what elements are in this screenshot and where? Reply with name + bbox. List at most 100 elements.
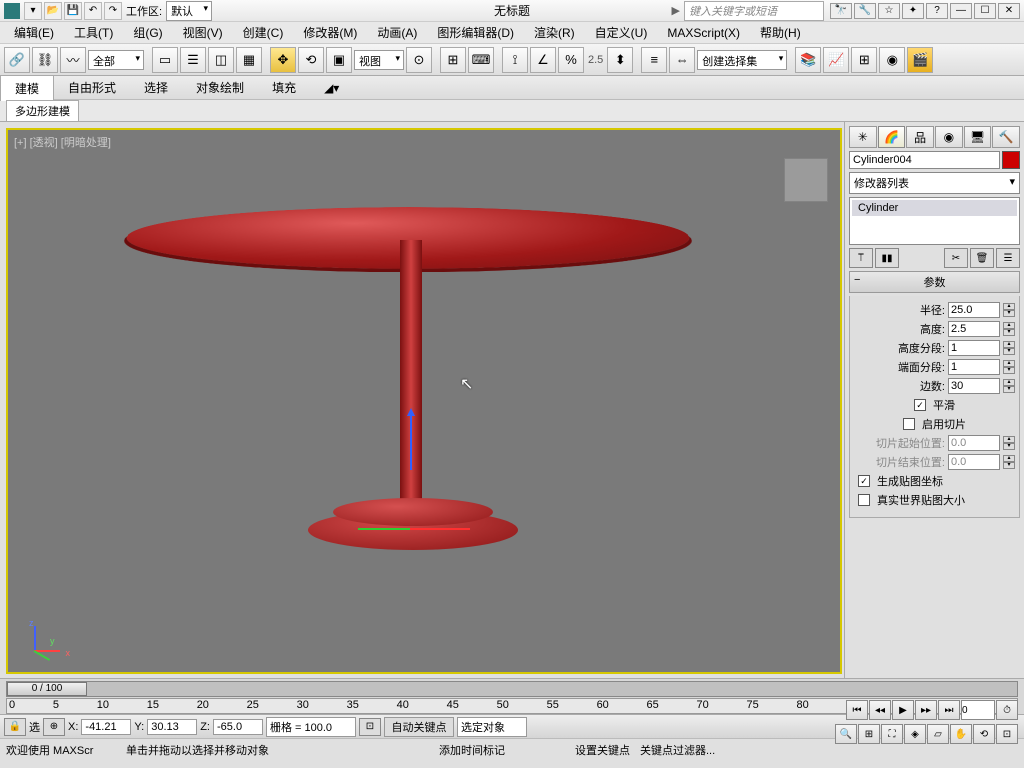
key-filters-button[interactable]: 关键点过滤器...: [640, 742, 715, 758]
gizmo-y-axis[interactable]: [358, 528, 412, 530]
selection-filter-dropdown[interactable]: 全部: [88, 50, 144, 70]
bind-icon[interactable]: 〰: [60, 47, 86, 73]
link-icon[interactable]: 🔗: [4, 47, 30, 73]
play-icon[interactable]: ▶: [892, 700, 914, 720]
gen-map-checkbox[interactable]: ✓: [858, 475, 870, 487]
select-icon[interactable]: ▭: [152, 47, 178, 73]
menu-modifiers[interactable]: 修改器(M): [295, 22, 365, 43]
time-slider[interactable]: 0 / 100: [6, 681, 1018, 697]
save-icon[interactable]: 💾: [64, 2, 82, 20]
gizmo-x-axis[interactable]: [410, 528, 470, 530]
tab-modeling[interactable]: 建模: [0, 75, 54, 101]
show-end-result-icon[interactable]: ▮▮: [875, 248, 899, 268]
object-color-swatch[interactable]: [1002, 151, 1020, 169]
y-input[interactable]: [147, 719, 197, 735]
abs-rel-icon[interactable]: ⊕: [43, 718, 65, 736]
named-selection-dropdown[interactable]: 创建选择集: [697, 50, 787, 70]
layer-icon[interactable]: 📚: [795, 47, 821, 73]
percent-snap-icon[interactable]: %: [558, 47, 584, 73]
goto-start-icon[interactable]: ⏮: [846, 700, 868, 720]
height-segments-input[interactable]: [948, 340, 1000, 356]
menu-rendering[interactable]: 渲染(R): [526, 22, 583, 43]
menu-views[interactable]: 视图(V): [175, 22, 231, 43]
make-unique-icon[interactable]: ✂: [944, 248, 968, 268]
display-tab-icon[interactable]: 🖥: [964, 126, 992, 148]
keyboard-icon[interactable]: ⌨: [468, 47, 494, 73]
tab-populate[interactable]: 填充: [258, 75, 310, 100]
scale-icon[interactable]: ▣: [326, 47, 352, 73]
viewport-perspective[interactable]: [+] [透视] [明暗处理] ↖ zxy: [6, 128, 842, 674]
rollout-parameters-header[interactable]: −参数: [849, 271, 1020, 293]
mirror-icon[interactable]: ⇔: [669, 47, 695, 73]
menu-tools[interactable]: 工具(T): [66, 22, 121, 43]
close-icon[interactable]: ✕: [998, 3, 1020, 19]
snap-icon[interactable]: ⟟: [502, 47, 528, 73]
next-frame-icon[interactable]: ▸▸: [915, 700, 937, 720]
configure-sets-icon[interactable]: ☰: [996, 248, 1020, 268]
z-input[interactable]: [213, 719, 263, 735]
wrench-icon[interactable]: 🔧: [854, 3, 876, 19]
motion-tab-icon[interactable]: ◉: [935, 126, 963, 148]
isolate-icon[interactable]: ⊡: [359, 718, 381, 736]
pan-icon[interactable]: ✋: [950, 724, 972, 744]
move-icon[interactable]: ✥: [270, 47, 296, 73]
height-spinner[interactable]: ▴▾: [1003, 322, 1015, 336]
tab-selection[interactable]: 选择: [130, 75, 182, 100]
viewcube[interactable]: [784, 158, 828, 202]
model-pole[interactable]: [400, 240, 422, 520]
max-toggle-icon[interactable]: ⊡: [996, 724, 1018, 744]
maximize-icon[interactable]: ☐: [974, 3, 996, 19]
rotate-icon[interactable]: ⟲: [298, 47, 324, 73]
utilities-tab-icon[interactable]: 🔨: [992, 126, 1020, 148]
modifier-list-dropdown[interactable]: 修改器列表: [849, 172, 1020, 194]
ribbon-dropdown-icon[interactable]: ◢▾: [310, 77, 353, 99]
zoom-extents-icon[interactable]: ⛶: [881, 724, 903, 744]
render-setup-icon[interactable]: 🎬: [907, 47, 933, 73]
menu-help[interactable]: 帮助(H): [752, 22, 809, 43]
menu-maxscript[interactable]: MAXScript(X): [659, 24, 748, 42]
spinner-snap-icon[interactable]: ⬍: [607, 47, 633, 73]
gizmo-z-axis[interactable]: [410, 410, 412, 470]
zoom-extents-all-icon[interactable]: ◈: [904, 724, 926, 744]
menu-animation[interactable]: 动画(A): [369, 22, 425, 43]
frame-input[interactable]: [961, 700, 995, 720]
viewport-label[interactable]: [+] [透视] [明暗处理]: [14, 134, 111, 150]
pin-stack-icon[interactable]: ⟙: [849, 248, 873, 268]
search-input[interactable]: 键入关键字或短语: [684, 1, 824, 21]
prev-frame-icon[interactable]: ◂◂: [869, 700, 891, 720]
open-icon[interactable]: 📂: [44, 2, 62, 20]
window-crossing-icon[interactable]: ▦: [236, 47, 262, 73]
redo-icon[interactable]: ↷: [104, 2, 122, 20]
modifier-stack[interactable]: Cylinder: [849, 197, 1020, 245]
material-icon[interactable]: ◉: [879, 47, 905, 73]
radius-spinner[interactable]: ▴▾: [1003, 303, 1015, 317]
minimize-icon[interactable]: —: [950, 3, 972, 19]
time-slider-thumb[interactable]: 0 / 100: [7, 682, 87, 696]
setkey-button[interactable]: 设置关键点: [575, 742, 630, 758]
slice-on-checkbox[interactable]: [903, 418, 915, 430]
menu-group[interactable]: 组(G): [125, 22, 170, 43]
object-name-input[interactable]: [849, 151, 1000, 169]
pivot-icon[interactable]: ⊙: [406, 47, 432, 73]
polygon-modeling-tab[interactable]: 多边形建模: [6, 100, 79, 122]
select-region-icon[interactable]: ◫: [208, 47, 234, 73]
lock-selection-icon[interactable]: 🔒: [4, 718, 26, 736]
tab-objectpaint[interactable]: 对象绘制: [182, 75, 258, 100]
autokey-button[interactable]: 自动关键点: [384, 717, 454, 737]
help-icon[interactable]: ?: [926, 3, 948, 19]
menu-grapheditors[interactable]: 图形编辑器(D): [429, 22, 522, 43]
add-time-tag[interactable]: 添加时间标记: [439, 742, 505, 758]
named-sel-icon[interactable]: ≡: [641, 47, 667, 73]
selected-obj-dropdown[interactable]: 选定对象: [457, 717, 527, 737]
time-config-icon[interactable]: ⏱: [996, 700, 1018, 720]
manipulate-icon[interactable]: ⊞: [440, 47, 466, 73]
menu-edit[interactable]: 编辑(E): [6, 22, 62, 43]
model-base-upper[interactable]: [333, 498, 493, 526]
undo-icon[interactable]: ↶: [84, 2, 102, 20]
modify-tab-icon[interactable]: 🌈: [878, 126, 906, 148]
binoculars-icon[interactable]: 🔭: [830, 3, 852, 19]
radius-input[interactable]: [948, 302, 1000, 318]
angle-snap-icon[interactable]: ∠: [530, 47, 556, 73]
menu-customize[interactable]: 自定义(U): [587, 22, 656, 43]
ref-coord-dropdown[interactable]: 视图: [354, 50, 404, 70]
